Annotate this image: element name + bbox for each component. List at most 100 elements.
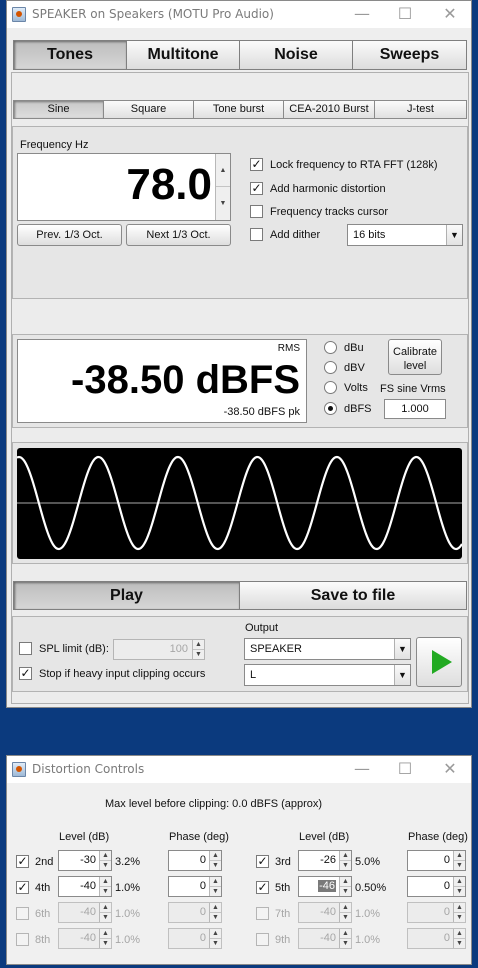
spl-limit-checkbox[interactable] bbox=[19, 642, 32, 655]
add-dither-checkbox[interactable] bbox=[250, 228, 263, 241]
harmonic-phase-input[interactable]: 0 ▲ ▼ bbox=[168, 876, 222, 897]
spinner-down-icon[interactable]: ▼ bbox=[193, 650, 204, 660]
harmonic-level-input[interactable]: -30 ▲ ▼ bbox=[58, 850, 112, 871]
spinner-down-icon[interactable]: ▼ bbox=[100, 913, 111, 923]
harmonic-phase-input[interactable]: 0 ▲ ▼ bbox=[407, 876, 466, 897]
harmonic-phase-spinner[interactable]: ▲ ▼ bbox=[209, 851, 221, 870]
harmonic-distortion-checkbox[interactable]: ✓ bbox=[250, 182, 263, 195]
harmonic-phase-spinner[interactable]: ▲ ▼ bbox=[209, 877, 221, 896]
spinner-down-icon[interactable]: ▼ bbox=[100, 861, 111, 871]
tab-sweeps[interactable]: Sweeps bbox=[352, 40, 467, 70]
harmonic-level-spinner[interactable]: ▲ ▼ bbox=[339, 929, 351, 948]
unit-volts-radio[interactable] bbox=[324, 381, 337, 394]
spinner-down-icon[interactable]: ▼ bbox=[340, 887, 351, 897]
harmonic-level-input[interactable]: -40 ▲ ▼ bbox=[298, 928, 352, 949]
harmonic-level-input[interactable]: -46 ▲ ▼ bbox=[298, 876, 352, 897]
spinner-down-icon[interactable]: ▼ bbox=[340, 939, 351, 949]
spl-limit-spinner[interactable]: ▲ ▼ bbox=[192, 640, 204, 659]
tab-tones[interactable]: Tones bbox=[13, 40, 127, 70]
harmonic-phase-input[interactable]: 0 ▲ ▼ bbox=[407, 850, 466, 871]
spinner-up-icon[interactable]: ▲ bbox=[100, 903, 111, 913]
spinner-up-icon[interactable]: ▲ bbox=[340, 877, 351, 887]
spinner-up-icon[interactable]: ▲ bbox=[210, 929, 221, 939]
harmonic-level-spinner[interactable]: ▲ ▼ bbox=[99, 903, 111, 922]
harmonic-phase-input[interactable]: 0 ▲ ▼ bbox=[168, 928, 222, 949]
unit-dbfs-radio[interactable] bbox=[324, 402, 337, 415]
spinner-down-icon[interactable]: ▼ bbox=[210, 913, 221, 923]
spinner-up-icon[interactable]: ▲ bbox=[210, 903, 221, 913]
harmonic-level-spinner[interactable]: ▲ ▼ bbox=[99, 877, 111, 896]
calibrate-level-button[interactable]: Calibrate level bbox=[388, 339, 442, 375]
harmonic-level-spinner[interactable]: ▲ ▼ bbox=[99, 929, 111, 948]
spl-limit-input[interactable]: 100 ▲ ▼ bbox=[113, 639, 205, 660]
fs-sine-input[interactable]: 1.000 bbox=[384, 399, 446, 419]
harmonic-phase-spinner[interactable]: ▲ ▼ bbox=[453, 851, 465, 870]
spinner-up-icon[interactable]: ▲ bbox=[340, 851, 351, 861]
harmonic-level-input[interactable]: -26 ▲ ▼ bbox=[298, 850, 352, 871]
harmonic-enable-checkbox[interactable]: ✓ bbox=[256, 881, 269, 894]
next-octave-button[interactable]: Next 1/3 Oct. bbox=[126, 224, 231, 246]
harmonic-level-spinner[interactable]: ▲ ▼ bbox=[99, 851, 111, 870]
spinner-down-icon[interactable]: ▼ bbox=[210, 861, 221, 871]
maximize-button[interactable]: ☐ bbox=[390, 759, 420, 779]
harmonic-phase-input[interactable]: 0 ▲ ▼ bbox=[407, 902, 466, 923]
chevron-down-icon[interactable]: ▼ bbox=[446, 225, 462, 245]
tab-j-test[interactable]: J-test bbox=[374, 100, 467, 119]
spinner-up-icon[interactable]: ▲ bbox=[216, 154, 230, 187]
harmonic-enable-checkbox[interactable]: ✓ bbox=[16, 855, 29, 868]
harmonic-phase-spinner[interactable]: ▲ ▼ bbox=[209, 929, 221, 948]
harmonic-enable-checkbox[interactable] bbox=[16, 933, 29, 946]
unit-dbu-radio[interactable] bbox=[324, 341, 337, 354]
harmonic-phase-spinner[interactable]: ▲ ▼ bbox=[453, 929, 465, 948]
harmonic-level-spinner[interactable]: ▲ ▼ bbox=[339, 851, 351, 870]
spinner-down-icon[interactable]: ▼ bbox=[454, 861, 465, 871]
harmonic-enable-checkbox[interactable] bbox=[16, 907, 29, 920]
stop-clipping-checkbox[interactable]: ✓ bbox=[19, 667, 32, 680]
save-to-file-tab[interactable]: Save to file bbox=[239, 581, 467, 610]
spinner-down-icon[interactable]: ▼ bbox=[210, 887, 221, 897]
spinner-up-icon[interactable]: ▲ bbox=[454, 929, 465, 939]
spinner-up-icon[interactable]: ▲ bbox=[193, 640, 204, 650]
spinner-up-icon[interactable]: ▲ bbox=[340, 903, 351, 913]
spinner-up-icon[interactable]: ▲ bbox=[454, 851, 465, 861]
play-tab[interactable]: Play bbox=[13, 581, 240, 610]
spinner-up-icon[interactable]: ▲ bbox=[454, 877, 465, 887]
lock-rta-checkbox[interactable]: ✓ bbox=[250, 158, 263, 171]
dither-bits-select[interactable]: 16 bits ▼ bbox=[347, 224, 463, 246]
play-button[interactable] bbox=[416, 637, 462, 687]
spinner-down-icon[interactable]: ▼ bbox=[216, 187, 230, 220]
harmonic-phase-spinner[interactable]: ▲ ▼ bbox=[453, 903, 465, 922]
harmonic-phase-input[interactable]: 0 ▲ ▼ bbox=[168, 902, 222, 923]
spinner-down-icon[interactable]: ▼ bbox=[210, 939, 221, 949]
tracks-cursor-checkbox[interactable] bbox=[250, 205, 263, 218]
prev-octave-button[interactable]: Prev. 1/3 Oct. bbox=[17, 224, 122, 246]
chevron-down-icon[interactable]: ▼ bbox=[394, 665, 410, 685]
spinner-up-icon[interactable]: ▲ bbox=[100, 929, 111, 939]
harmonic-level-input[interactable]: -40 ▲ ▼ bbox=[58, 902, 112, 923]
harmonic-enable-checkbox[interactable]: ✓ bbox=[256, 855, 269, 868]
spinner-up-icon[interactable]: ▲ bbox=[100, 877, 111, 887]
chevron-down-icon[interactable]: ▼ bbox=[394, 639, 410, 659]
level-display[interactable]: RMS -38.50 dBFS -38.50 dBFS pk bbox=[17, 339, 307, 423]
spinner-down-icon[interactable]: ▼ bbox=[454, 939, 465, 949]
harmonic-phase-spinner[interactable]: ▲ ▼ bbox=[209, 903, 221, 922]
spinner-down-icon[interactable]: ▼ bbox=[454, 913, 465, 923]
harmonic-level-input[interactable]: -40 ▲ ▼ bbox=[58, 928, 112, 949]
harmonic-level-spinner[interactable]: ▲ ▼ bbox=[339, 877, 351, 896]
spinner-down-icon[interactable]: ▼ bbox=[454, 887, 465, 897]
spinner-down-icon[interactable]: ▼ bbox=[100, 939, 111, 949]
tab-noise[interactable]: Noise bbox=[239, 40, 353, 70]
spinner-down-icon[interactable]: ▼ bbox=[100, 887, 111, 897]
harmonic-phase-input[interactable]: 0 ▲ ▼ bbox=[168, 850, 222, 871]
tab-tone-burst[interactable]: Tone burst bbox=[193, 100, 284, 119]
spinner-up-icon[interactable]: ▲ bbox=[210, 851, 221, 861]
spinner-up-icon[interactable]: ▲ bbox=[210, 877, 221, 887]
spinner-up-icon[interactable]: ▲ bbox=[100, 851, 111, 861]
close-button[interactable]: ✕ bbox=[435, 759, 465, 779]
close-button[interactable]: ✕ bbox=[435, 4, 465, 24]
frequency-input[interactable]: 78.0 ▲ ▼ bbox=[17, 153, 231, 221]
harmonic-level-spinner[interactable]: ▲ ▼ bbox=[339, 903, 351, 922]
harmonic-enable-checkbox[interactable] bbox=[256, 933, 269, 946]
harmonic-level-input[interactable]: -40 ▲ ▼ bbox=[58, 876, 112, 897]
output-channel-select[interactable]: L ▼ bbox=[244, 664, 411, 686]
